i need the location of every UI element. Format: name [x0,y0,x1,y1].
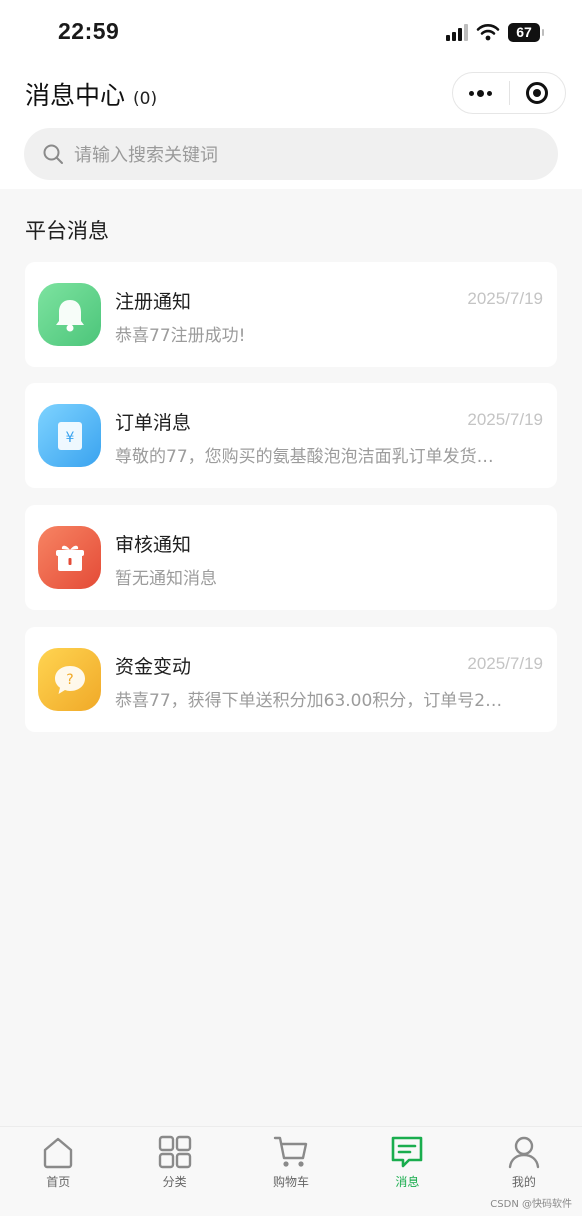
more-button[interactable] [453,73,509,113]
message-preview: 尊敬的77，您购买的氨基酸泡泡洁面乳订单发货… [115,447,494,467]
user-icon [508,1136,540,1169]
message-date: 2025/7/19 [467,289,543,308]
page-header: 消息中心 (0) 请输入搜索关键词 [0,62,582,189]
message-title: 注册通知 [115,291,192,313]
cart-icon [273,1136,308,1167]
search-icon [43,144,63,164]
miniprogram-capsule [452,72,566,114]
message-title: 订单消息 [115,412,192,434]
message-card-register[interactable]: 注册通知 2025/7/19 恭喜77注册成功! [25,262,557,367]
bell-icon [38,283,101,346]
tab-cart[interactable]: 购物车 [233,1127,349,1216]
watermark: CSDN @快码软件 [490,1199,572,1210]
close-miniprogram-button[interactable] [510,73,566,113]
section-title: 平台消息 [25,219,109,243]
tab-label: 我的 [511,1175,536,1189]
message-card-order[interactable]: ¥ 订单消息 2025/7/19 尊敬的77，您购买的氨基酸泡泡洁面乳订单发货… [25,383,557,488]
home-icon [44,1137,73,1169]
message-card-funds[interactable]: ? 资金变动 2025/7/19 恭喜77，获得下单送积分加63.00积分，订单… [25,627,557,732]
page-title: 消息中心 (0) [25,76,157,112]
message-preview: 暂无通知消息 [115,569,217,589]
svg-text:¥: ¥ [65,430,74,446]
target-icon [526,82,549,104]
question-bubble-icon: ? [38,648,101,711]
message-preview: 恭喜77，获得下单送积分加63.00积分，订单号2… [115,691,503,711]
unread-count: (0) [133,89,158,109]
page-title-text: 消息中心 [25,81,126,110]
status-bar: 22:59 67 [0,0,582,62]
search-placeholder: 请输入搜索关键词 [74,145,218,166]
tab-home[interactable]: 首页 [0,1127,116,1216]
battery-level: 67 [516,24,532,40]
message-date: 2025/7/19 [467,410,543,429]
wifi-icon [476,24,500,41]
battery-icon: 67 [508,22,544,42]
search-input[interactable]: 请输入搜索关键词 [24,128,558,180]
message-title: 审核通知 [115,534,192,556]
message-date: 2025/7/19 [467,654,543,673]
more-dots-icon [469,89,493,97]
status-time: 22:59 [58,18,120,44]
tab-label: 消息 [395,1175,420,1189]
message-preview: 恭喜77注册成功! [115,326,246,346]
tab-label: 购物车 [273,1175,310,1189]
message-card-review[interactable]: 审核通知 暂无通知消息 [25,505,557,610]
tab-category[interactable]: 分类 [116,1127,232,1216]
tab-messages[interactable]: 消息 [349,1127,465,1216]
tab-label: 分类 [162,1175,187,1189]
gift-icon [38,526,101,589]
svg-text:?: ? [66,672,73,688]
bottom-tab-bar: 首页 分类 购物车 消息 我的 CSDN @快码软件 [0,1126,582,1216]
grid-icon [158,1135,191,1169]
message-icon [392,1136,423,1168]
status-icons: 67 [446,20,544,44]
receipt-yuan-icon: ¥ [38,404,101,467]
signal-icon [446,23,468,41]
tab-label: 首页 [46,1175,71,1189]
message-title: 资金变动 [115,656,192,678]
